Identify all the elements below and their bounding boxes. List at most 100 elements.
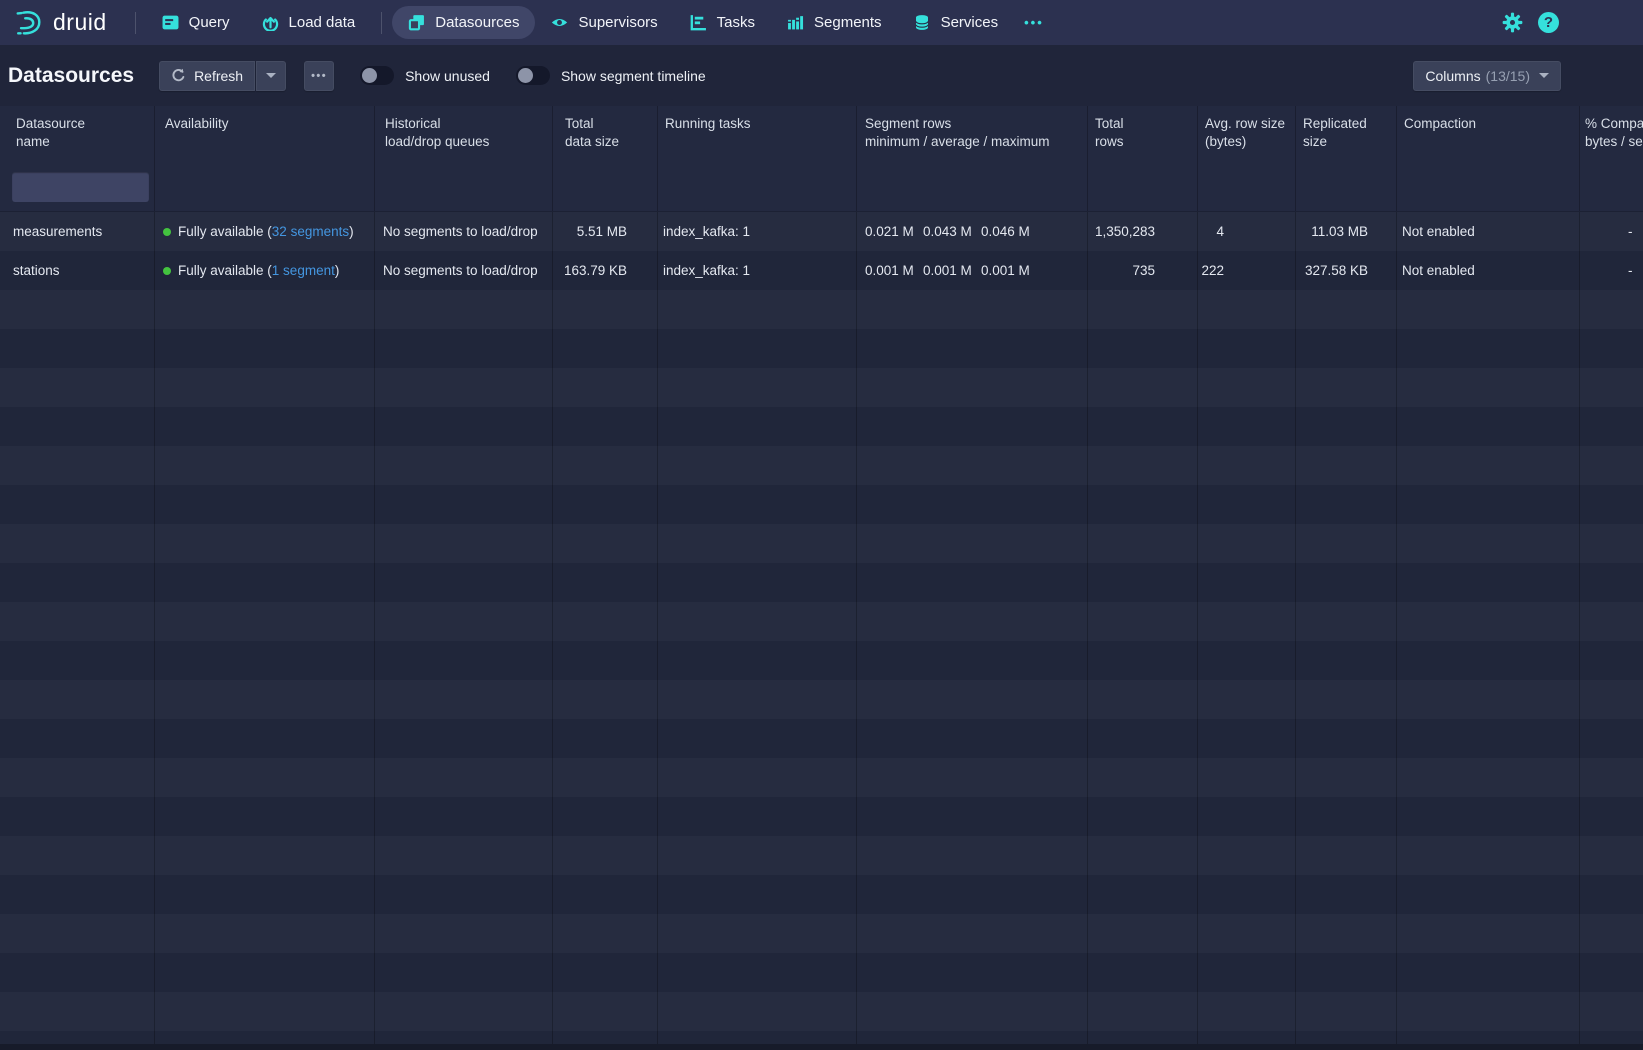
cell-total_data_size (553, 797, 658, 836)
cell-name (0, 797, 155, 836)
column-header-name[interactable]: Datasourcename (0, 106, 155, 163)
cell-load_drop_queues (375, 719, 553, 758)
tab-label: Supervisors (578, 14, 657, 31)
cell-compaction (1397, 290, 1580, 329)
cell-avg_row_size (1198, 680, 1296, 719)
tab-supervisors[interactable]: Supervisors (535, 6, 673, 39)
column-header-avg_row_size[interactable]: Avg. row size(bytes) (1198, 106, 1296, 163)
cell-load_drop_queues (375, 368, 553, 407)
cell-avg_row_size (1198, 368, 1296, 407)
cell-load_drop_queues (375, 953, 553, 992)
cell-avg_row_size (1198, 836, 1296, 875)
cell-load_drop_queues (375, 875, 553, 914)
cell-replicated_size (1296, 758, 1397, 797)
cell-load_drop_queues (375, 485, 553, 524)
cell-availability: Fully available (32 segments) (155, 212, 375, 251)
tab-label: Segments (814, 14, 882, 31)
column-header-total_data_size[interactable]: Totaldata size (553, 106, 658, 163)
cell-total_data_size (553, 524, 658, 563)
header-line1: Historical (385, 115, 552, 133)
datasource-name-filter-input[interactable] (12, 172, 149, 202)
show-unused-label: Show unused (405, 68, 490, 84)
cell-total_data_size (553, 875, 658, 914)
cell-compaction (1397, 329, 1580, 368)
show-unused-toggle[interactable] (360, 66, 394, 85)
column-header-availability[interactable]: Availability (155, 106, 375, 163)
filter-cell (155, 163, 375, 211)
cell-pct_compacted (1580, 290, 1643, 329)
cell-load_drop_queues (375, 524, 553, 563)
tab-tasks[interactable]: Tasks (674, 6, 771, 39)
gear-icon[interactable] (1502, 12, 1523, 33)
header-line1: Availability (165, 115, 374, 133)
horizontal-scrollbar[interactable] (0, 1044, 1643, 1050)
nav-more-menu[interactable]: ••• (1014, 7, 1054, 38)
more-actions-button[interactable]: ••• (304, 61, 334, 91)
tab-services[interactable]: Services (898, 6, 1015, 39)
refresh-menu-button[interactable] (256, 61, 286, 91)
columns-button[interactable]: Columns (13/15) (1413, 61, 1561, 91)
filter-cell (553, 163, 658, 211)
column-header-total_rows[interactable]: Totalrows (1088, 106, 1198, 163)
help-icon[interactable]: ? (1538, 12, 1559, 33)
datasources-table: DatasourcenameAvailabilityHistoricalload… (0, 106, 1643, 1050)
cell-name (0, 875, 155, 914)
druid-logo[interactable]: druid (14, 8, 107, 38)
cell-name (0, 758, 155, 797)
column-header-pct_compacted[interactable]: % Compactedbytes / segments (1580, 106, 1643, 163)
header-line2: load/drop queues (385, 133, 552, 151)
cell-load_drop_queues (375, 758, 553, 797)
header-line2: name (16, 133, 154, 151)
table-row-empty (0, 446, 1643, 485)
header-line1: Running tasks (665, 115, 856, 133)
cell-name (0, 563, 155, 602)
tab-label: Query (189, 14, 230, 31)
segments-link[interactable]: 1 segment (272, 263, 335, 278)
column-header-compaction[interactable]: Compaction (1397, 106, 1580, 163)
cell-compaction (1397, 992, 1580, 1031)
filter-cell (1397, 163, 1580, 211)
cell-replicated_size: 327.58 KB (1296, 251, 1397, 290)
cell-total_data_size (553, 992, 658, 1031)
tab-datasources[interactable]: Datasources (392, 6, 535, 39)
table-row-empty (0, 407, 1643, 446)
cell-running_tasks (658, 368, 857, 407)
cell-segment_rows (857, 680, 1088, 719)
column-header-running_tasks[interactable]: Running tasks (658, 106, 857, 163)
cell-replicated_size (1296, 914, 1397, 953)
filter-cell (857, 163, 1088, 211)
cell-segment_rows (857, 524, 1088, 563)
cell-total_rows (1088, 719, 1198, 758)
show-segment-timeline-toggle[interactable] (516, 66, 550, 85)
cell-pct_compacted (1580, 953, 1643, 992)
header-line1: Compaction (1404, 115, 1579, 133)
column-header-replicated_size[interactable]: Replicatedsize (1296, 106, 1397, 163)
column-header-segment_rows[interactable]: Segment rowsminimum / average / maximum (857, 106, 1088, 163)
table-row-empty (0, 875, 1643, 914)
cell-compaction (1397, 368, 1580, 407)
cell-pct_compacted (1580, 836, 1643, 875)
filter-cell (375, 163, 553, 211)
cell-total_data_size (553, 641, 658, 680)
table-row-empty (0, 953, 1643, 992)
cell-segment_rows (857, 446, 1088, 485)
filter-cell (1580, 163, 1643, 211)
cell-avg_row_size (1198, 641, 1296, 680)
header-line2: minimum / average / maximum (865, 133, 1087, 151)
cell-compaction (1397, 485, 1580, 524)
cell-replicated_size (1296, 602, 1397, 641)
cell-segment_rows (857, 797, 1088, 836)
segments-link[interactable]: 32 segments (272, 224, 349, 239)
availability-text: Fully available ( (178, 224, 272, 239)
column-header-load_drop_queues[interactable]: Historicalload/drop queues (375, 106, 553, 163)
tab-load-data[interactable]: Load data (246, 6, 372, 39)
tab-query[interactable]: Query (146, 6, 246, 39)
cell-avg_row_size (1198, 446, 1296, 485)
cell-replicated_size (1296, 992, 1397, 1031)
cell-total_rows (1088, 914, 1198, 953)
refresh-button[interactable]: Refresh (159, 61, 255, 91)
cell-running_tasks (658, 407, 857, 446)
header-line2: rows (1095, 133, 1197, 151)
tab-segments[interactable]: Segments (771, 6, 898, 39)
cell-replicated_size (1296, 407, 1397, 446)
